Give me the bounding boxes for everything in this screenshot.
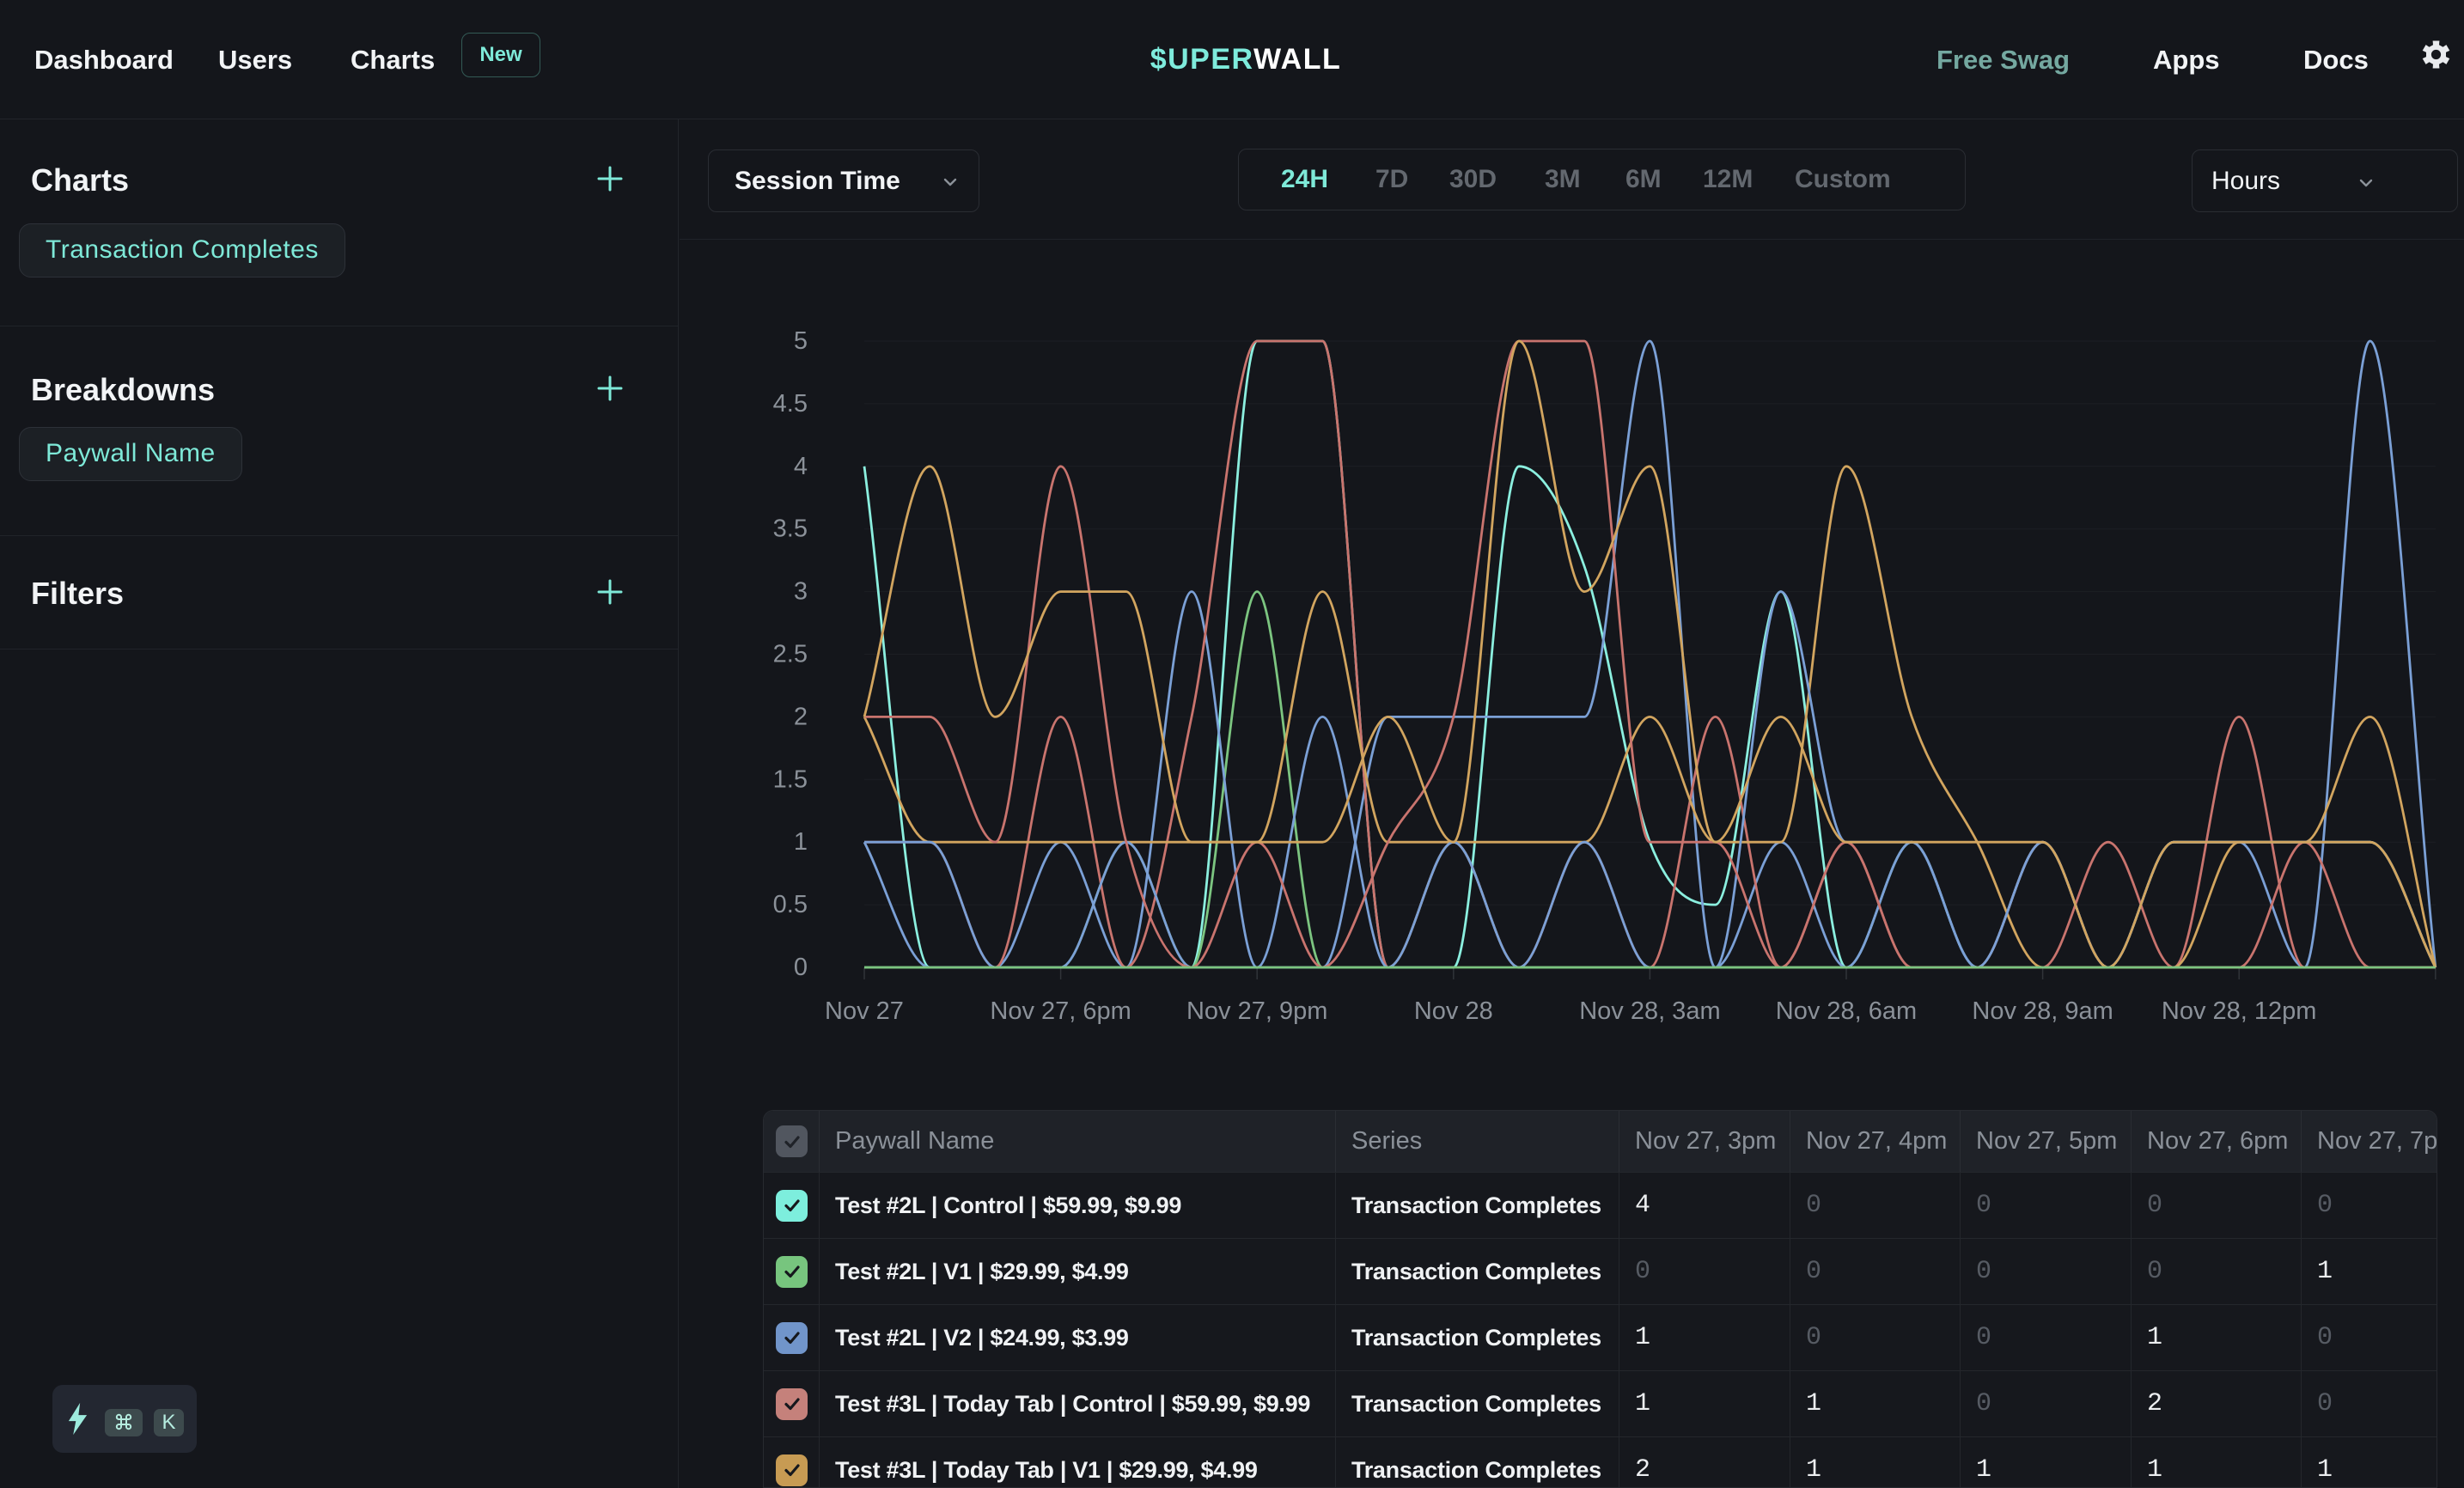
svg-text:Nov 28, 12pm: Nov 28, 12pm — [2162, 997, 2317, 1025]
svg-text:3.5: 3.5 — [773, 515, 808, 543]
svg-text:1: 1 — [794, 828, 808, 856]
svg-text:3: 3 — [794, 578, 808, 606]
svg-text:Nov 28, 3am: Nov 28, 3am — [1579, 997, 1720, 1025]
svg-text:Nov 27, 6pm: Nov 27, 6pm — [990, 997, 1131, 1025]
svg-text:Nov 27: Nov 27 — [825, 997, 904, 1025]
svg-text:4.5: 4.5 — [773, 390, 808, 418]
svg-text:Nov 28, 6am: Nov 28, 6am — [1776, 997, 1917, 1025]
svg-text:0.5: 0.5 — [773, 891, 808, 918]
svg-text:2.5: 2.5 — [773, 641, 808, 668]
svg-text:Nov 28, 9am: Nov 28, 9am — [1972, 997, 2113, 1025]
svg-text:2: 2 — [794, 703, 808, 730]
svg-text:Nov 27, 9pm: Nov 27, 9pm — [1186, 997, 1327, 1025]
svg-text:1.5: 1.5 — [773, 765, 808, 793]
svg-text:0: 0 — [794, 954, 808, 981]
svg-text:4: 4 — [794, 453, 808, 480]
svg-text:Nov 28: Nov 28 — [1414, 997, 1493, 1025]
svg-text:5: 5 — [794, 327, 808, 355]
